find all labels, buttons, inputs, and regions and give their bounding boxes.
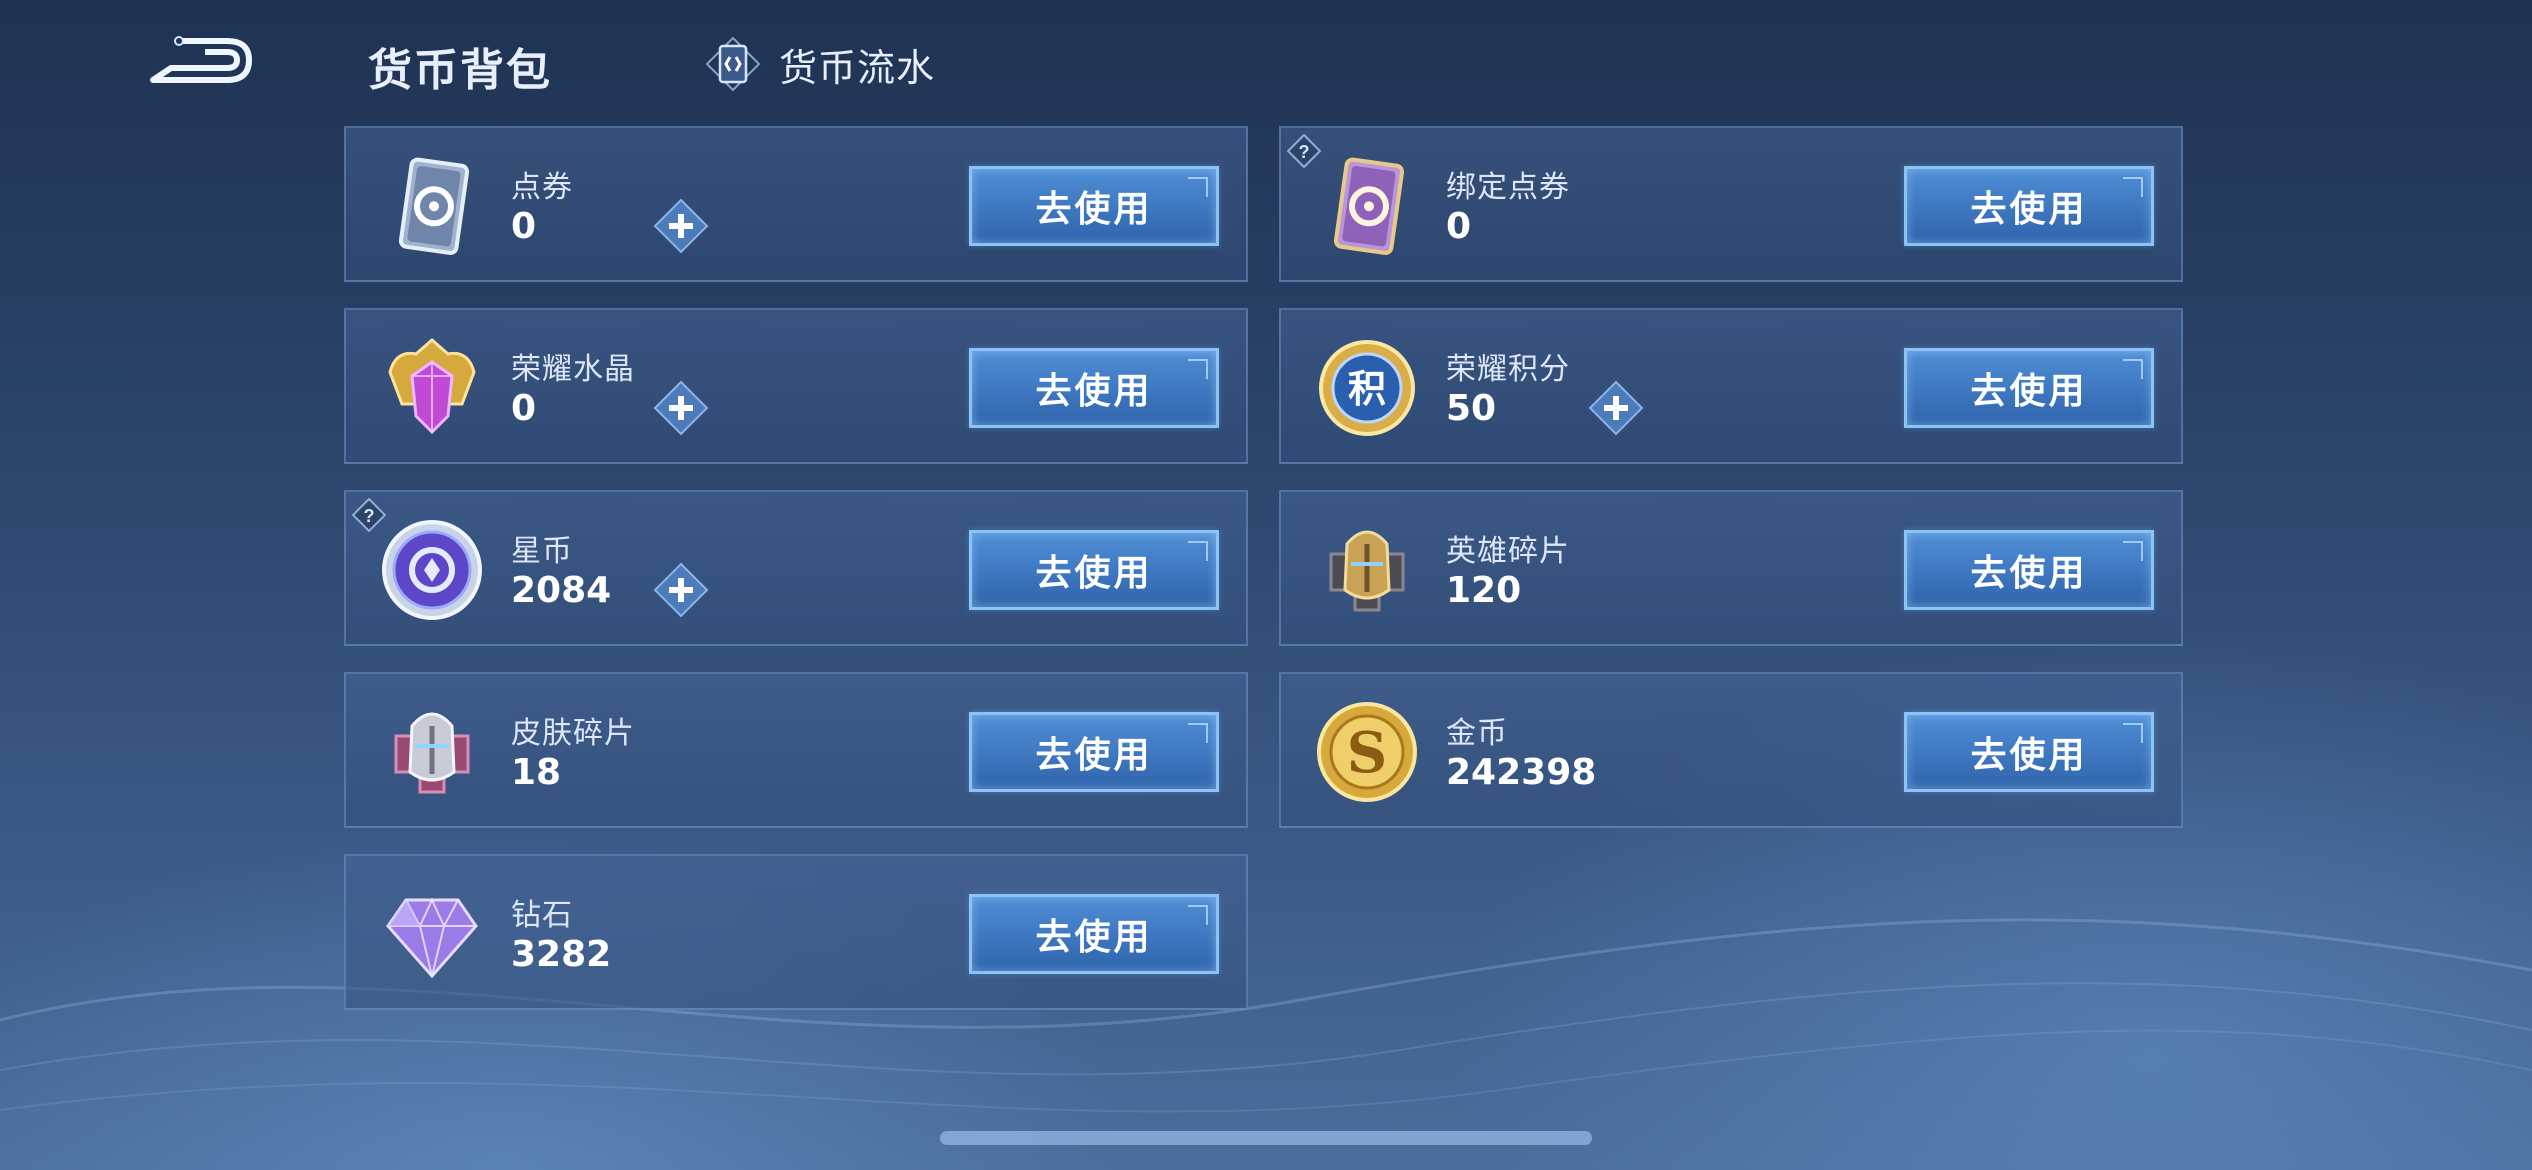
use-button[interactable]: 去使用 [969, 712, 1219, 792]
use-button-label: 去使用 [1035, 553, 1153, 594]
currency-card-coupon: 点券 0 去使用 [344, 126, 1248, 282]
bound-coupon-card-icon [1311, 150, 1423, 262]
item-name: 星币 [511, 534, 573, 569]
use-button-label: 去使用 [1035, 735, 1153, 776]
gold-coin-icon: S [1311, 696, 1423, 808]
diamond-icon [376, 878, 488, 990]
button-corner-decoration [1188, 177, 1208, 197]
add-button[interactable] [653, 562, 709, 618]
use-button-label: 去使用 [1970, 553, 2088, 594]
use-button[interactable]: 去使用 [1904, 166, 2154, 246]
use-button-label: 去使用 [1970, 189, 2088, 230]
currency-card-glory-crystal: 荣耀水晶 0 去使用 [344, 308, 1248, 464]
item-value: 18 [511, 752, 562, 793]
button-corner-decoration [1188, 359, 1208, 379]
svg-text:?: ? [1299, 142, 1310, 162]
add-button[interactable] [1588, 380, 1644, 436]
card-ticket-icon [705, 36, 761, 92]
use-button[interactable]: 去使用 [969, 348, 1219, 428]
use-button-label: 去使用 [1035, 371, 1153, 412]
skin-fragment-icon [376, 696, 488, 808]
currency-card-hero-fragment: 英雄碎片 120 去使用 [1279, 490, 2183, 646]
item-value: 0 [1446, 206, 1472, 247]
button-corner-decoration [2123, 723, 2143, 743]
currency-flow-tab[interactable]: 货币流水 [705, 34, 935, 94]
currency-card-bound-coupon: ? 绑定点券 0 去使用 [1279, 126, 2183, 282]
button-corner-decoration [1188, 541, 1208, 561]
plus-icon [1588, 380, 1644, 436]
button-corner-decoration [1188, 905, 1208, 925]
item-name: 皮肤碎片 [511, 716, 635, 751]
item-name: 点券 [511, 170, 573, 205]
use-button[interactable]: 去使用 [1904, 348, 2154, 428]
hero-fragment-icon [1311, 514, 1423, 626]
item-value: 120 [1446, 570, 1522, 611]
item-value: 0 [511, 388, 537, 429]
currency-card-star-coin: ? 星币 2084 去使用 [344, 490, 1248, 646]
item-name: 荣耀积分 [1446, 352, 1570, 387]
item-value: 50 [1446, 388, 1497, 429]
item-value: 2084 [511, 570, 612, 611]
star-coin-icon [376, 514, 488, 626]
back-arrow-icon [150, 36, 252, 83]
add-button[interactable] [653, 380, 709, 436]
item-name: 金币 [1446, 716, 1508, 751]
add-button[interactable] [653, 198, 709, 254]
use-button-label: 去使用 [1035, 917, 1153, 958]
currency-card-skin-fragment: 皮肤碎片 18 去使用 [344, 672, 1248, 828]
plus-icon [653, 198, 709, 254]
button-corner-decoration [1188, 723, 1208, 743]
currency-card-diamond: 钻石 3282 去使用 [344, 854, 1248, 1010]
item-name: 荣耀水晶 [511, 352, 635, 387]
svg-text:S: S [1347, 720, 1387, 786]
currency-card-glory-points: 积 荣耀积分 50 去使用 [1279, 308, 2183, 464]
plus-icon [653, 562, 709, 618]
back-button[interactable] [145, 32, 255, 90]
plus-icon [653, 380, 709, 436]
glory-points-icon: 积 [1311, 332, 1423, 444]
glory-crystal-icon [376, 332, 488, 444]
svg-text:?: ? [364, 506, 375, 526]
button-corner-decoration [2123, 541, 2143, 561]
top-bar: 货币背包 货币流水 [0, 0, 2532, 120]
use-button-label: 去使用 [1970, 735, 2088, 776]
use-button[interactable]: 去使用 [969, 894, 1219, 974]
currency-card-gold-coin: S 金币 242398 去使用 [1279, 672, 2183, 828]
item-name: 绑定点券 [1446, 170, 1570, 205]
item-value: 242398 [1446, 752, 1597, 793]
page-title: 货币背包 [368, 45, 552, 96]
use-button[interactable]: 去使用 [1904, 712, 2154, 792]
use-button[interactable]: 去使用 [1904, 530, 2154, 610]
use-button-label: 去使用 [1035, 189, 1153, 230]
item-name: 钻石 [511, 898, 573, 933]
use-button[interactable]: 去使用 [969, 166, 1219, 246]
use-button[interactable]: 去使用 [969, 530, 1219, 610]
item-name: 英雄碎片 [1446, 534, 1570, 569]
button-corner-decoration [2123, 359, 2143, 379]
currency-flow-label: 货币流水 [779, 45, 936, 90]
item-value: 3282 [511, 934, 612, 975]
svg-text:积: 积 [1348, 367, 1386, 411]
coupon-card-icon [376, 150, 488, 262]
item-value: 0 [511, 206, 537, 247]
use-button-label: 去使用 [1970, 371, 2088, 412]
button-corner-decoration [2123, 177, 2143, 197]
home-indicator[interactable] [940, 1131, 1592, 1145]
